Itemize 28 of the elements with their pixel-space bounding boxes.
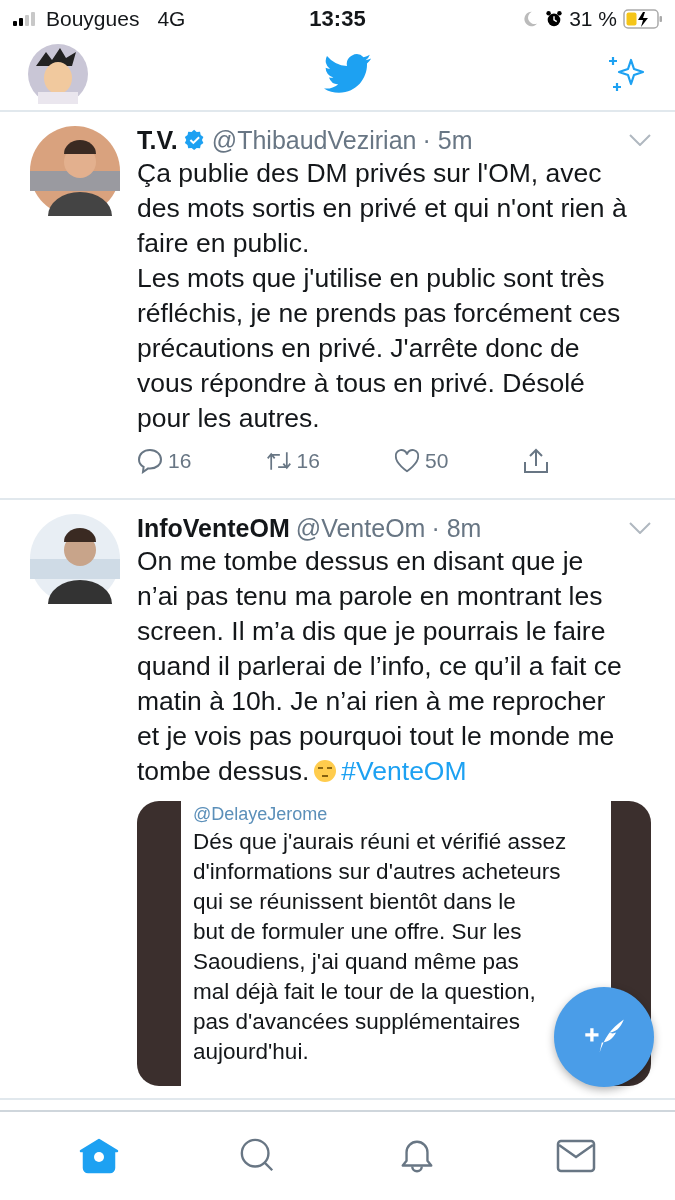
screenshot-text: Dés que j'aurais réuni et vérifié assez d'informations sur d'autres acheteurs qui se réunissent bientôt dans le but de formuler une offre. Sur les Saoudiens, j'ai quand même pas mal déjà fait le tour de la question, pas d'avancées supplémentaires aujourd'hui. xyxy=(193,828,568,1066)
hashtag-link[interactable]: #VenteOM xyxy=(341,756,467,786)
retweet-count: 16 xyxy=(296,449,320,473)
network-type: 4G xyxy=(157,7,186,31)
screenshot-mention: @DelayeJerome xyxy=(193,803,329,825)
home-icon xyxy=(79,1137,120,1175)
author-handle[interactable]: @VenteOm xyxy=(295,513,426,543)
author-name[interactable]: InfoVenteOM xyxy=(137,513,290,543)
author-handle[interactable]: @ThibaudVezirian xyxy=(211,125,417,155)
reply-count: 16 xyxy=(168,449,192,473)
like-count: 50 xyxy=(425,449,449,473)
tweet-text: On me tombe dessus en disant que je n’ai pas tenu ma parole en montrant les screen. Il m’a dis que je pourrais le faire quand il parlerai de l’info, ce qu’il a fait ce matin à 10h. Je n’ai rien à me reprocher et je vois pas pourquoi tout le monde me tombe dessus. #VenteOM xyxy=(137,545,623,788)
author-name[interactable]: T.V. xyxy=(137,125,178,155)
battery-charging-icon xyxy=(623,9,663,29)
clock: 13:35 xyxy=(309,6,366,32)
bird-logo-icon xyxy=(323,54,372,94)
envelope-icon xyxy=(555,1137,596,1175)
reply-icon[interactable] xyxy=(137,448,163,474)
tweet-time: · 8m xyxy=(431,513,482,543)
share-icon[interactable] xyxy=(522,448,549,474)
heart-icon[interactable] xyxy=(394,448,420,474)
tweet-text: Ça publie des DM privés sur l'OM, avec des mots sortis en privé et qui n'ont rien à faire en public. Les mots que j'utilise en public sont très réfléchis, je ne prends pas forcément ces précautions en privé. J'arrête donc de vous répondre à tous en privé. Désolé pour les autres. xyxy=(137,157,627,435)
alarm-clock-icon xyxy=(545,10,564,28)
battery-percent: 31 % xyxy=(569,7,617,31)
sparkle-icon[interactable] xyxy=(607,54,647,94)
signal-icon xyxy=(12,12,38,26)
carrier-name: Bouygues xyxy=(46,7,140,31)
tweet-time: · 5m xyxy=(422,125,473,155)
